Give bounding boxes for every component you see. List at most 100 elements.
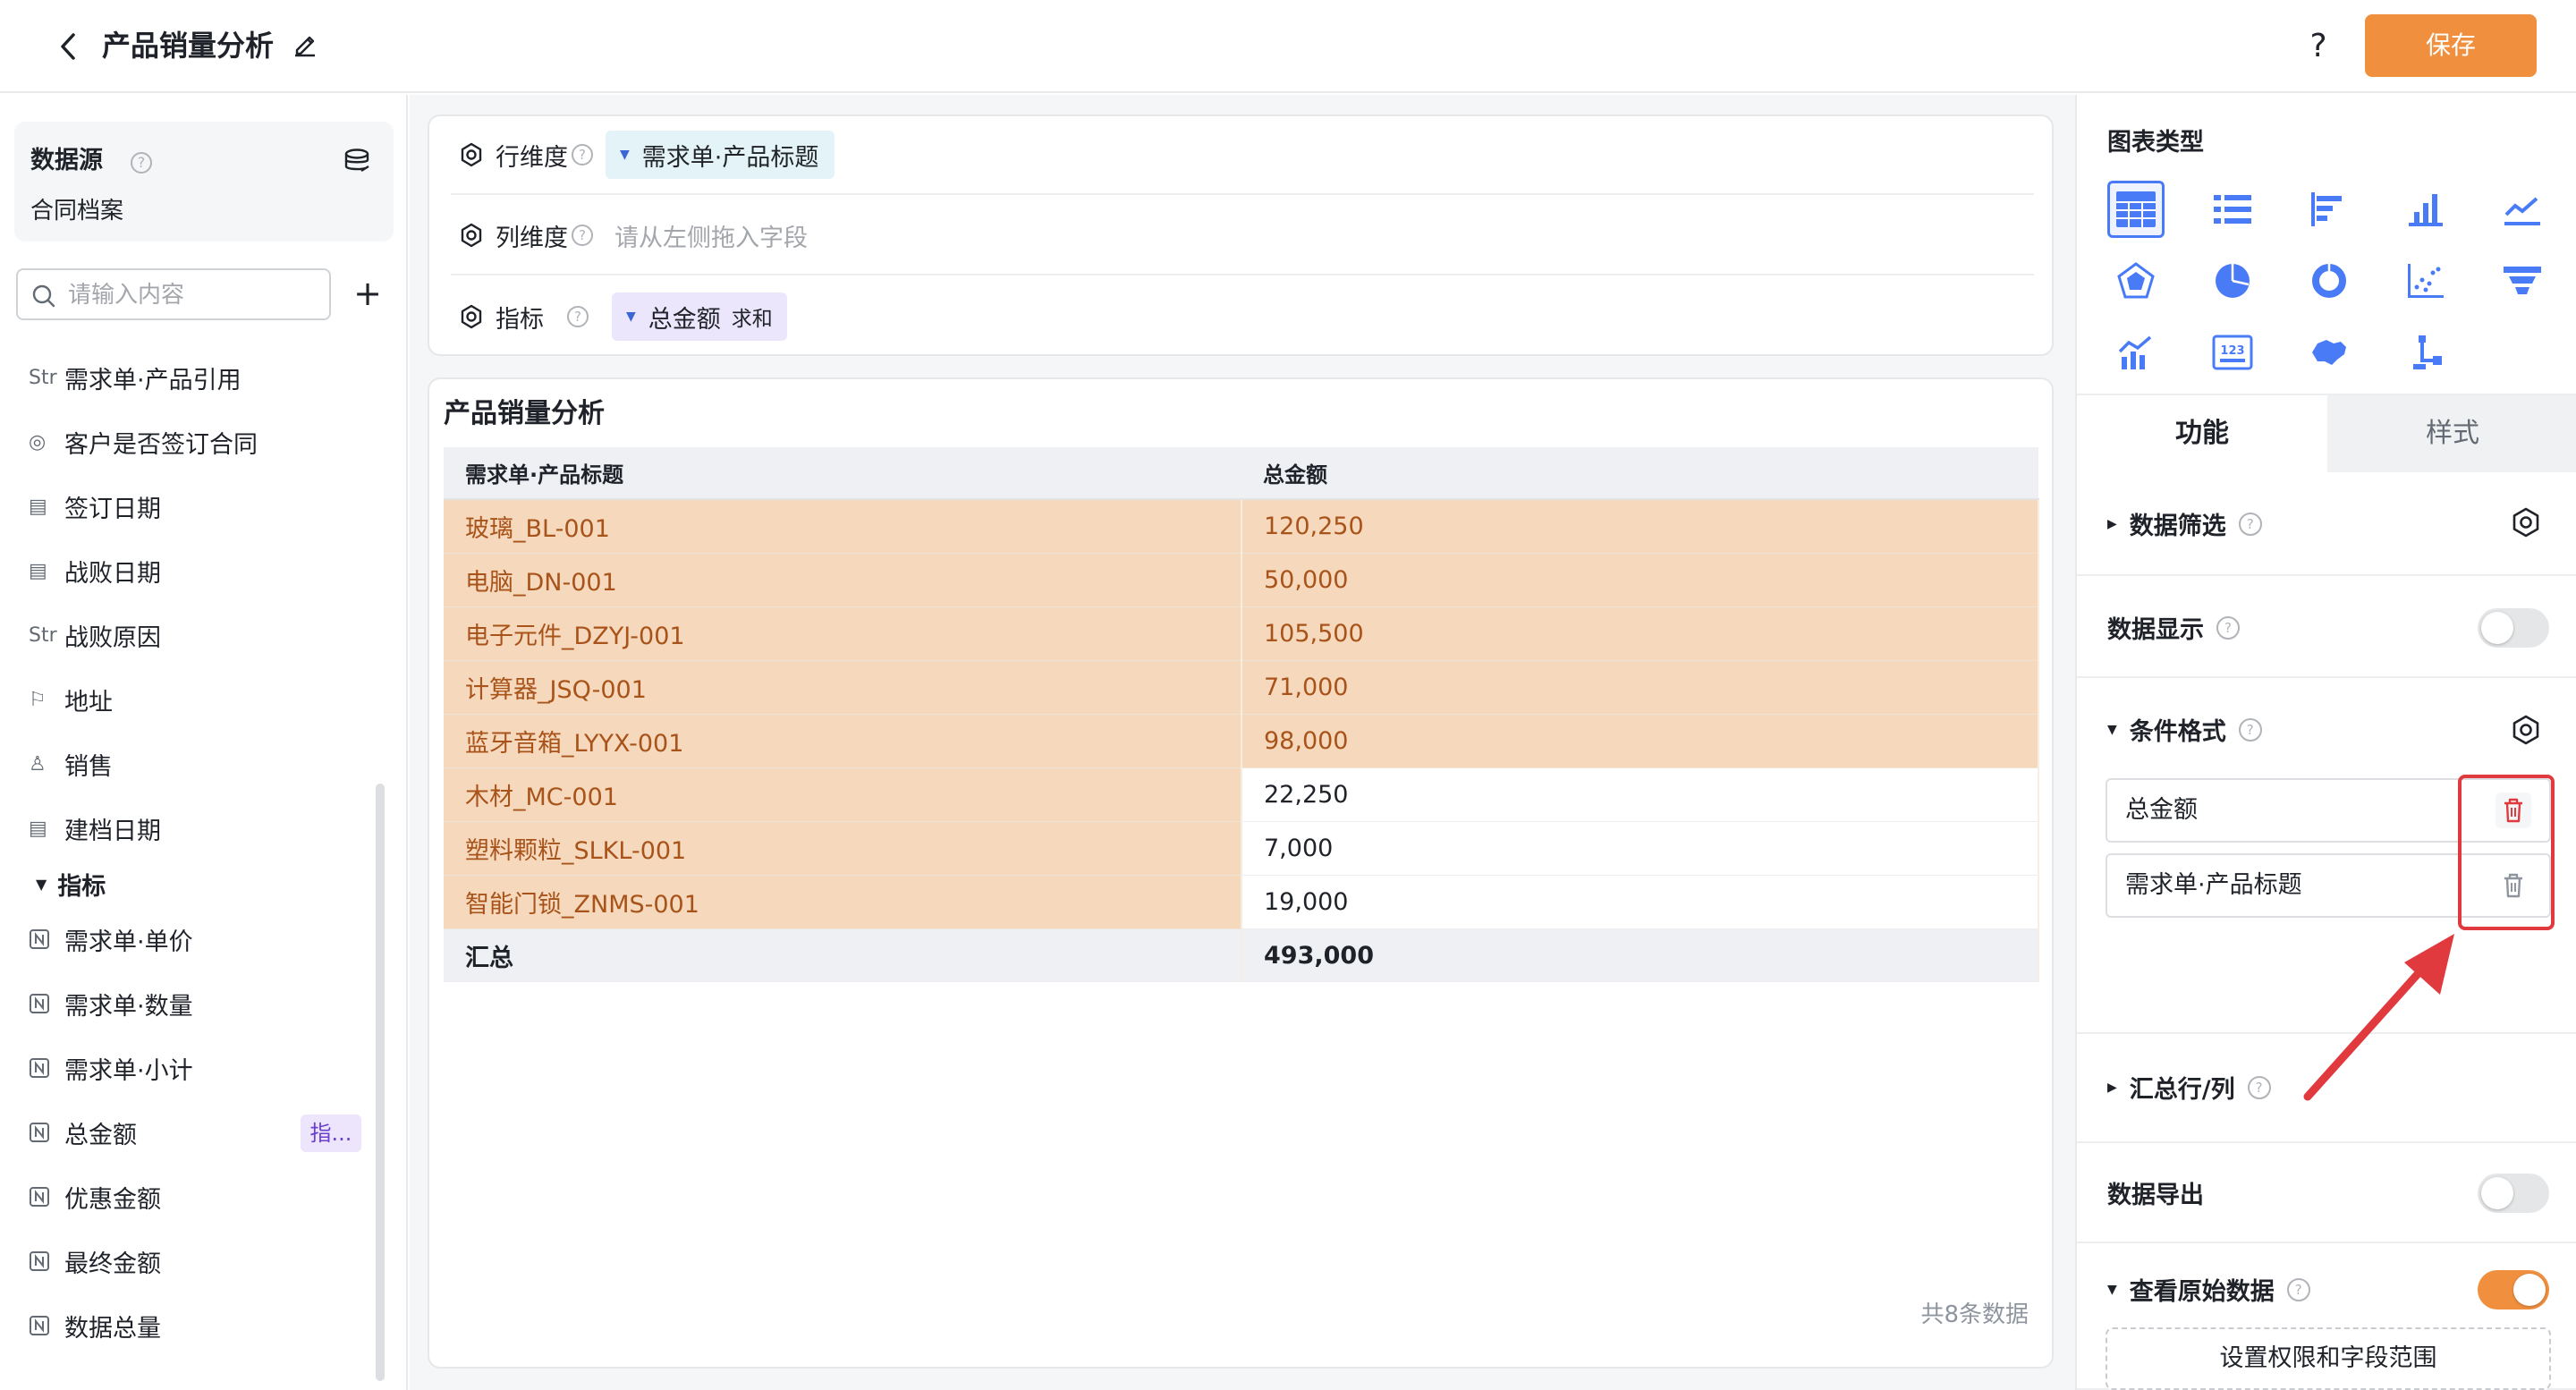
scatter-chart-icon[interactable] — [2397, 252, 2454, 309]
table-row: 电脑_DN-001 50,000 — [444, 553, 2039, 607]
donut-chart-icon[interactable] — [2301, 252, 2358, 309]
top-bar: 产品销量分析 ? 保存 — [0, 0, 2576, 93]
help-icon[interactable]: ? — [567, 306, 589, 327]
page-title: 产品销量分析 — [102, 29, 275, 63]
help-icon[interactable]: ? — [2286, 1277, 2310, 1301]
map-chart-icon[interactable] — [2301, 324, 2358, 381]
field-label: 总金额 — [64, 1121, 137, 1149]
row-dimension-chip[interactable]: ▼ 需求单·产品标题 — [606, 131, 835, 179]
field-item[interactable]: ▤ 战败日期 — [0, 538, 376, 603]
tab-style[interactable]: 样式 — [2327, 395, 2576, 472]
field-item[interactable]: ▤ 签订日期 — [0, 474, 376, 538]
field-item[interactable]: Str 战败原因 — [0, 603, 376, 667]
settings-gear-icon[interactable] — [2510, 506, 2542, 538]
measure-item[interactable]: 优惠金额 — [0, 1165, 376, 1229]
line-chart-icon[interactable] — [2494, 181, 2551, 238]
funnel-chart-icon[interactable] — [2494, 252, 2551, 309]
highlight-annotation-box — [2458, 775, 2555, 930]
tab-function[interactable]: 功能 — [2077, 395, 2327, 472]
measure-chip[interactable]: ▼ 总金额 求和 — [612, 292, 787, 341]
database-switch-icon[interactable] — [342, 147, 374, 179]
help-icon[interactable]: ? — [2238, 717, 2262, 742]
back-arrow-icon[interactable] — [52, 27, 84, 66]
column-header[interactable]: 总金额 — [1241, 447, 2038, 500]
table-cell: 22,250 — [1241, 767, 2039, 822]
data-export-toggle[interactable] — [2478, 1174, 2549, 1213]
collapse-triangle-icon: ▼ — [36, 875, 47, 893]
data-filter-label: 数据筛选 — [2129, 513, 2226, 540]
raw-data-section: ▼ 查看原始数据? 设置权限和字段范围 — [2077, 1245, 2576, 1390]
table-cell: 电子元件_DZYJ-001 — [444, 606, 1242, 661]
conditional-format-header[interactable]: ▼ 条件格式? — [2107, 712, 2262, 747]
pie-chart-icon[interactable] — [2204, 252, 2261, 309]
measure-item[interactable]: 需求单·数量 — [0, 971, 376, 1036]
field-label: 需求单·数量 — [64, 992, 193, 1021]
field-item[interactable]: ▤ 建档日期 — [0, 796, 376, 860]
help-icon[interactable]: ? — [572, 225, 593, 246]
number-type-icon — [29, 1250, 63, 1272]
data-filter-section: ▶ 数据筛选? — [2077, 470, 2576, 576]
combo-chart-icon[interactable] — [2107, 324, 2165, 381]
help-icon[interactable]: ? — [2238, 512, 2262, 536]
data-display-toggle[interactable] — [2478, 608, 2549, 648]
table-cell: 电脑_DN-001 — [444, 553, 1242, 607]
help-icon[interactable]: ? — [2216, 615, 2240, 640]
table-header-row: 需求单·产品标题 总金额 — [444, 447, 2038, 500]
help-icon[interactable]: ? — [2301, 23, 2336, 70]
column-dimension-drop-zone[interactable]: 请从左侧拖入字段 — [614, 218, 808, 253]
measure-item[interactable]: 需求单·小计 — [0, 1036, 376, 1100]
total-value: 493,000 — [1241, 928, 2039, 982]
field-item[interactable]: ⚐ 地址 — [0, 667, 376, 732]
settings-gear-icon[interactable] — [458, 141, 485, 168]
table-cell: 智能门锁_ZNMS-001 — [444, 875, 1242, 929]
kpi-number-chart-icon[interactable]: 123 — [2204, 324, 2261, 381]
horizontal-bar-chart-icon[interactable] — [2301, 181, 2358, 238]
table-row: 智能门锁_ZNMS-001 19,000 — [444, 875, 2039, 929]
data-export-section: 数据导出 — [2077, 1145, 2576, 1243]
settings-gear-icon[interactable] — [458, 303, 485, 330]
table-chart-icon[interactable] — [2107, 181, 2165, 238]
field-search-input[interactable] — [68, 277, 318, 313]
help-icon[interactable]: ? — [572, 144, 593, 165]
tree-chart-icon[interactable] — [2397, 324, 2454, 381]
collapse-triangle-icon: ▼ — [2107, 722, 2117, 737]
help-icon[interactable]: ? — [2247, 1075, 2271, 1099]
datasource-help-icon[interactable]: ? — [131, 152, 152, 174]
raw-data-header[interactable]: ▼ 查看原始数据? — [2107, 1272, 2310, 1307]
sidebar-scrollbar[interactable] — [376, 784, 385, 1381]
edit-pencil-icon[interactable] — [292, 30, 322, 61]
condition-label: 总金额 — [2125, 796, 2198, 824]
column-dimension-label: 列维度 — [496, 224, 568, 252]
settings-gear-icon[interactable] — [458, 222, 485, 249]
data-filter-header[interactable]: ▶ 数据筛选? — [2107, 506, 2262, 541]
add-field-icon[interactable]: + — [349, 274, 386, 315]
data-display-label: 数据显示 — [2107, 616, 2204, 644]
field-item[interactable]: ◎ 客户是否签订合同 — [0, 410, 376, 474]
measure-group-header[interactable]: ▼ 指标 — [0, 860, 376, 907]
table-row: 电子元件_DZYJ-001 105,500 — [444, 606, 2039, 661]
field-item[interactable]: ♙ 销售 — [0, 732, 376, 796]
datasource-title: 数据源 — [30, 147, 103, 174]
measure-item[interactable]: 数据总量 — [0, 1293, 376, 1358]
raw-data-label: 查看原始数据 — [2129, 1278, 2275, 1306]
option-type-icon: ◎ — [29, 430, 47, 453]
canvas-area: 行维度 ? ▼ 需求单·产品标题 列维度 ? 请从左侧拖入字段 指标 ? ▼ 总金额… — [410, 95, 2075, 1390]
raw-data-toggle[interactable] — [2478, 1270, 2549, 1309]
field-label: 需求单·单价 — [64, 928, 193, 956]
measure-item[interactable]: 需求单·单价 — [0, 907, 376, 971]
field-search-box — [16, 268, 331, 320]
radar-chart-icon[interactable] — [2107, 252, 2165, 309]
field-list: Str 需求单·产品引用 ◎ 客户是否签订合同 ▤ 签订日期 ▤ 战败日期 Str 战败原… — [0, 345, 376, 1358]
data-export-label: 数据导出 — [2107, 1182, 2204, 1209]
set-permission-button[interactable]: 设置权限和字段范围 — [2106, 1327, 2551, 1390]
field-item[interactable]: Str 需求单·产品引用 — [0, 345, 376, 410]
column-header[interactable]: 需求单·产品标题 — [444, 447, 1241, 500]
settings-gear-icon[interactable] — [2510, 714, 2542, 746]
number-type-icon — [29, 993, 63, 1014]
measure-item[interactable]: 总金额 指... — [0, 1100, 376, 1165]
summary-header[interactable]: ▶ 汇总行/列? — [2107, 1070, 2271, 1105]
measure-item[interactable]: 最终金额 — [0, 1229, 376, 1293]
save-button[interactable]: 保存 — [2365, 14, 2537, 77]
detail-list-chart-icon[interactable] — [2204, 181, 2261, 238]
column-chart-icon[interactable] — [2397, 181, 2454, 238]
